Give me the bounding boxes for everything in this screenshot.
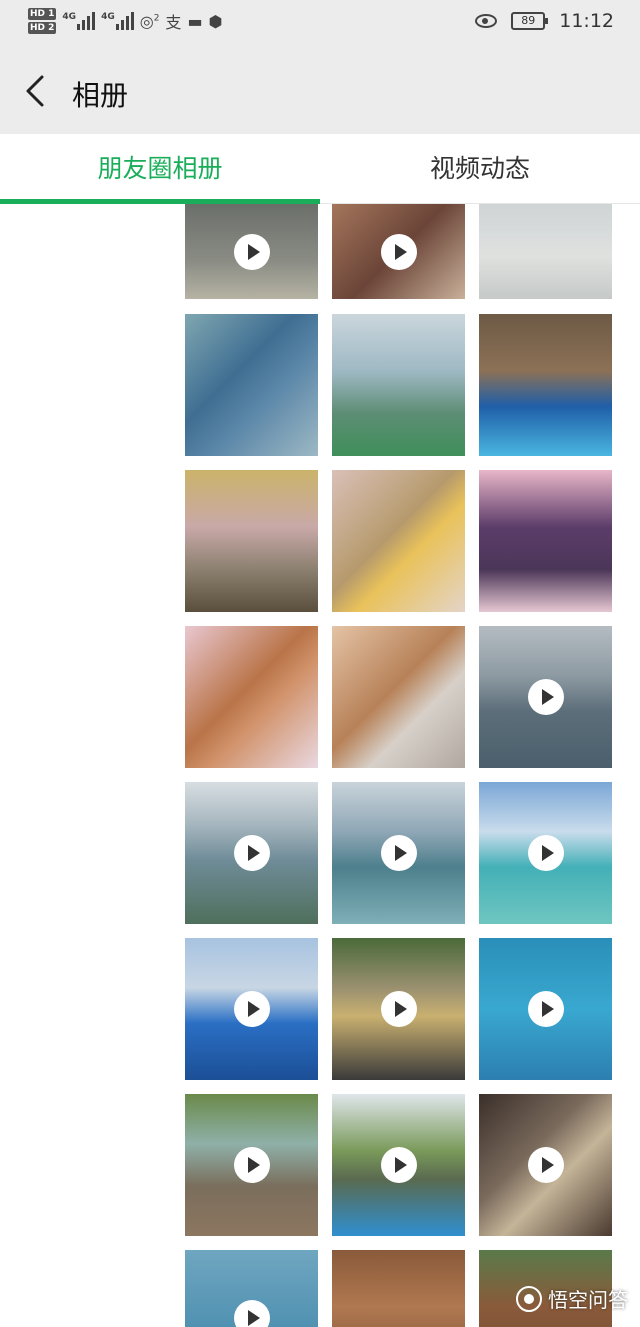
chevron-left-icon: [26, 75, 44, 107]
title-bar: 相册: [0, 48, 640, 134]
hd2-label: HD 2: [28, 22, 57, 34]
media-thumbnail[interactable]: [332, 314, 465, 456]
media-thumbnail[interactable]: [479, 314, 612, 456]
shield-app-icon: ⬢: [208, 11, 223, 31]
media-thumbnail[interactable]: [479, 1094, 612, 1236]
tab-moments-album[interactable]: 朋友圈相册: [0, 134, 320, 204]
play-icon: [233, 233, 270, 270]
media-thumbnail[interactable]: [479, 470, 612, 612]
play-icon: [380, 1147, 417, 1183]
play-icon: [380, 233, 417, 270]
signal-icon-2: 4G: [101, 12, 134, 30]
wukong-logo-icon: [516, 1285, 542, 1312]
media-thumbnail[interactable]: [185, 1250, 318, 1327]
play-icon: [380, 835, 417, 871]
network2-label: 4G: [101, 12, 115, 22]
tab-bar: 朋友圈相册 视频动态: [0, 134, 640, 204]
play-icon: [380, 991, 417, 1027]
media-thumbnail[interactable]: [185, 1094, 318, 1236]
media-thumbnail[interactable]: [332, 626, 465, 768]
clock: 11:12: [559, 10, 614, 32]
network1-label: 4G: [62, 12, 77, 22]
status-bar: HD 1 HD 2 4G 4G ◎2 支 ▬ ⬢ 89 11:12: [0, 0, 640, 48]
page-title: 相册: [72, 79, 129, 112]
eye-icon: [475, 14, 498, 28]
media-thumbnail[interactable]: [479, 204, 612, 299]
media-thumbnail[interactable]: [185, 470, 318, 612]
back-button[interactable]: [20, 74, 52, 108]
media-thumbnail[interactable]: [185, 938, 318, 1080]
status-icons-left: HD 1 HD 2 4G 4G ◎2 支 ▬ ⬢: [28, 8, 223, 34]
play-icon: [233, 1300, 270, 1327]
tab-video-posts[interactable]: 视频动态: [320, 134, 640, 204]
play-icon: [527, 1147, 564, 1183]
hotspot-count: 2: [153, 13, 160, 24]
signal-icon: 4G: [62, 12, 96, 30]
play-icon: [233, 1147, 270, 1183]
media-thumbnail[interactable]: [185, 626, 318, 768]
hd1-label: HD 1: [28, 8, 57, 20]
play-icon: [527, 991, 564, 1027]
hotspot-icon: ◎2: [139, 11, 160, 31]
media-thumbnail[interactable]: [332, 470, 465, 612]
play-icon: [233, 991, 270, 1027]
media-thumbnail[interactable]: [332, 938, 465, 1080]
media-thumbnail[interactable]: [332, 1094, 465, 1236]
watermark: 悟空问答: [516, 1284, 628, 1313]
battery-icon: 89: [511, 12, 549, 30]
photo-grid: [0, 204, 640, 1327]
alipay-icon: 支: [165, 13, 182, 32]
battery-level: 89: [521, 14, 536, 27]
hd-icon: HD 1 HD 2: [28, 8, 57, 34]
play-icon: [527, 835, 564, 871]
status-icons-right: 89 11:12: [475, 10, 614, 32]
media-thumbnail[interactable]: [332, 1250, 465, 1327]
play-icon: [233, 835, 270, 871]
media-thumbnail[interactable]: [185, 204, 318, 299]
play-icon: [527, 679, 564, 715]
media-thumbnail[interactable]: [479, 938, 612, 1080]
briefcase-icon: ▬: [187, 11, 203, 31]
media-thumbnail[interactable]: [479, 626, 612, 768]
media-thumbnail[interactable]: [185, 314, 318, 456]
watermark-text: 悟空问答: [548, 1288, 628, 1312]
media-thumbnail[interactable]: [185, 782, 318, 924]
media-thumbnail[interactable]: [332, 204, 465, 299]
media-thumbnail[interactable]: [479, 782, 612, 924]
media-thumbnail[interactable]: [332, 782, 465, 924]
